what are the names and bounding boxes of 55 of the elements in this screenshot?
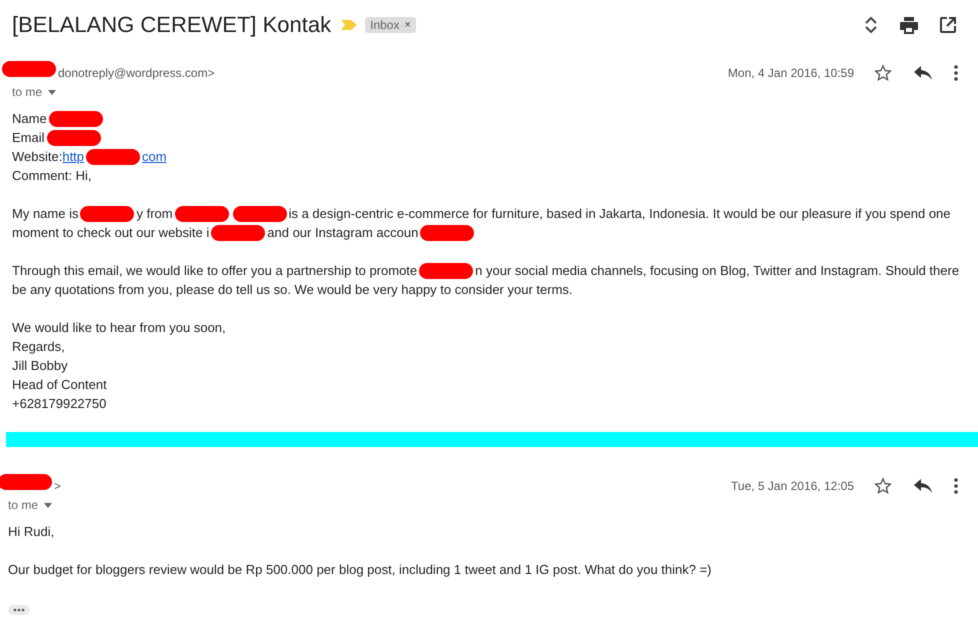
recipient-dropdown[interactable]: to me [8, 498, 52, 512]
body-text: Email [12, 129, 45, 147]
redaction-mark [2, 61, 56, 77]
body-text: Website: [12, 148, 62, 166]
redaction-mark [232, 206, 287, 222]
sender-address: > [54, 479, 62, 493]
body-text: Our budget for bloggers review would be Rp 500.000 per blog post, including 1 tweet and 1 IG post. What do you think? =) [8, 561, 712, 579]
caret-icon[interactable] [48, 90, 56, 94]
body-text: and our Instagram accoun [267, 224, 418, 242]
redaction-mark [419, 263, 474, 279]
website-link[interactable]: http [62, 147, 84, 166]
body-text: +628179922750 [12, 395, 106, 413]
body-text: Head of Content [12, 376, 107, 394]
more-options-icon[interactable] [954, 478, 958, 494]
redaction-mark [0, 474, 52, 490]
reply-icon[interactable] [914, 66, 932, 80]
redaction-mark [420, 225, 474, 241]
body-text: y from [136, 205, 173, 223]
body-text: Regards, [12, 338, 65, 356]
body-text: Hi Rudi, [8, 523, 54, 541]
message-date: Tue, 5 Jan 2016, 12:05 [731, 479, 854, 493]
redaction-mark [46, 130, 101, 146]
body-text: Through this email, we would like to offer you a partnership to promote [12, 262, 418, 280]
star-icon[interactable] [874, 477, 892, 495]
reply-icon[interactable] [914, 479, 932, 493]
inbox-label[interactable]: Inbox × [365, 17, 416, 33]
recipient-dropdown[interactable]: to me [12, 85, 56, 99]
redaction-mark [48, 111, 103, 127]
sender-address: donotreply@wordpress.com> [58, 66, 215, 80]
expand-collapse-icon[interactable] [864, 16, 878, 34]
body-text: Name [12, 110, 47, 128]
remove-label-button[interactable]: × [404, 19, 411, 31]
star-icon[interactable] [874, 64, 892, 82]
redaction-mark [86, 149, 140, 165]
body-text: is a design-centric e-commerce for furniture, based in Jakarta, Indonesia. It would be our pleasure if you spend one [288, 205, 951, 223]
body-text: Comment: Hi, [12, 167, 92, 185]
body-text: Jill Bobby [12, 357, 68, 375]
redaction-mark [174, 206, 229, 222]
body-text: moment to check out our website i [12, 224, 210, 242]
body-text: n your social media channels, focusing on Blog, Twitter and Instagram. Should there [475, 262, 960, 280]
redaction-mark [80, 206, 134, 222]
importance-marker-icon[interactable] [341, 20, 358, 30]
body-text: be any quotations from you, please do tell us so. We would be very happy to consider your terms. [12, 281, 573, 299]
redaction-mark [211, 225, 266, 241]
body-text: We would like to hear from you soon, [12, 319, 226, 337]
caret-icon[interactable] [44, 502, 52, 508]
print-icon[interactable] [900, 16, 918, 34]
ellipsis-icon [13, 608, 25, 612]
show-trimmed-button[interactable] [8, 605, 30, 615]
more-options-icon[interactable] [954, 65, 958, 81]
body-text: My name is [12, 205, 78, 223]
message-date: Mon, 4 Jan 2016, 10:59 [728, 66, 854, 80]
website-link[interactable]: com [142, 147, 167, 166]
open-in-new-icon[interactable] [940, 17, 956, 33]
subject-title: [BELALANG CEREWET] Kontak [12, 12, 332, 38]
